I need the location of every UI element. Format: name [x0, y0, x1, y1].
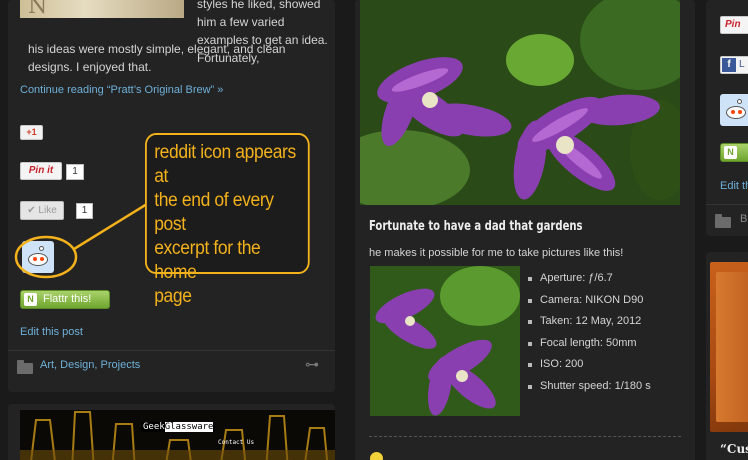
post-excerpt-bottom: his ideas were mostly simple, elegant, a… [28, 42, 286, 74]
banner-contact: Contact Us [218, 439, 255, 446]
google-plus-button[interactable]: +1 [20, 125, 43, 140]
exif-item: Taken: 12 May, 2012 [528, 315, 651, 337]
folder-icon [17, 360, 33, 374]
clematis-photo-small[interactable] [370, 266, 520, 416]
right-facebook-like-button[interactable]: fL [720, 56, 748, 74]
flattr-icon: N [724, 146, 737, 159]
annotation-box: reddit icon appears at the end of every … [145, 133, 310, 307]
post-meta-bar: Art, Design, Projects ⊶ [8, 350, 335, 382]
right-meta-bar: B [706, 204, 748, 236]
exif-item: Shutter speed: 1/180 s [528, 380, 651, 402]
exif-item: Focal length: 50mm [528, 337, 651, 359]
exif-list: Aperture: ƒ/6.7 Camera: NIKON D90 Taken:… [528, 272, 651, 401]
reddit-icon[interactable] [22, 241, 54, 273]
right-category[interactable]: B [740, 213, 747, 225]
permalink-icon[interactable]: ⊶ [305, 356, 319, 373]
edit-post-link[interactable]: Edit this post [20, 326, 83, 338]
like-count: 1 [76, 203, 93, 219]
post-divider [369, 436, 681, 437]
right-reddit-icon[interactable] [720, 94, 748, 126]
exif-item: Camera: NIKON D90 [528, 294, 651, 316]
right-post-title[interactable]: “Cust [720, 442, 748, 456]
geek-glassware-banner[interactable]: GeekGlassware Contact Us [20, 410, 335, 460]
clematis-photo-large[interactable] [360, 0, 680, 205]
annotation-line: reddit icon appears at [154, 142, 296, 187]
flower-thumbnail-illustration [370, 266, 520, 416]
exif-item: Aperture: ƒ/6.7 [528, 272, 651, 294]
check-icon: ✔ [27, 205, 36, 216]
post-subtitle: he makes it possible for me to take pict… [369, 247, 624, 259]
annotation-line: excerpt for the home [154, 238, 261, 283]
right-post-card: Pin fL N Edit th B [706, 0, 748, 236]
smiley-icon [370, 452, 383, 460]
post-thumbnail[interactable]: N [20, 0, 184, 19]
pinterest-count: 1 [66, 164, 84, 180]
exif-item: ISO: 200 [528, 358, 651, 380]
thumbnail-letter: N [28, 0, 48, 19]
continue-reading-link[interactable]: Continue reading “Pratt’s Original Brew”… [20, 84, 223, 96]
right-pinterest-button[interactable]: Pin [720, 16, 748, 34]
like-label: Like [38, 205, 57, 216]
annotation-line: page [154, 286, 192, 307]
right-flattr-button[interactable]: N [720, 143, 748, 162]
right-edit-link[interactable]: Edit th [720, 180, 748, 192]
flattr-icon: N [24, 293, 37, 306]
next-post-card: GeekGlassware Contact Us [8, 404, 335, 460]
flattr-label: Flattr this! [43, 293, 92, 305]
folder-icon [715, 214, 731, 228]
banner-title: GeekGlassware [141, 422, 216, 432]
facebook-icon: f [722, 58, 736, 72]
orange-book-image[interactable] [710, 262, 748, 432]
post-title[interactable]: Fortunate to have a dad that gardens [369, 219, 583, 234]
glassware-illustration [20, 411, 335, 460]
flattr-button[interactable]: N Flattr this! [20, 290, 110, 309]
pinterest-button[interactable]: Pin it [20, 162, 62, 180]
flower-illustration [360, 0, 680, 205]
categories-links[interactable]: Art, Design, Projects [40, 359, 140, 371]
annotation-line: the end of every post [154, 190, 274, 235]
right-post-card-2: “Cust [706, 252, 748, 460]
like-button[interactable]: ✔ Like [20, 201, 64, 220]
